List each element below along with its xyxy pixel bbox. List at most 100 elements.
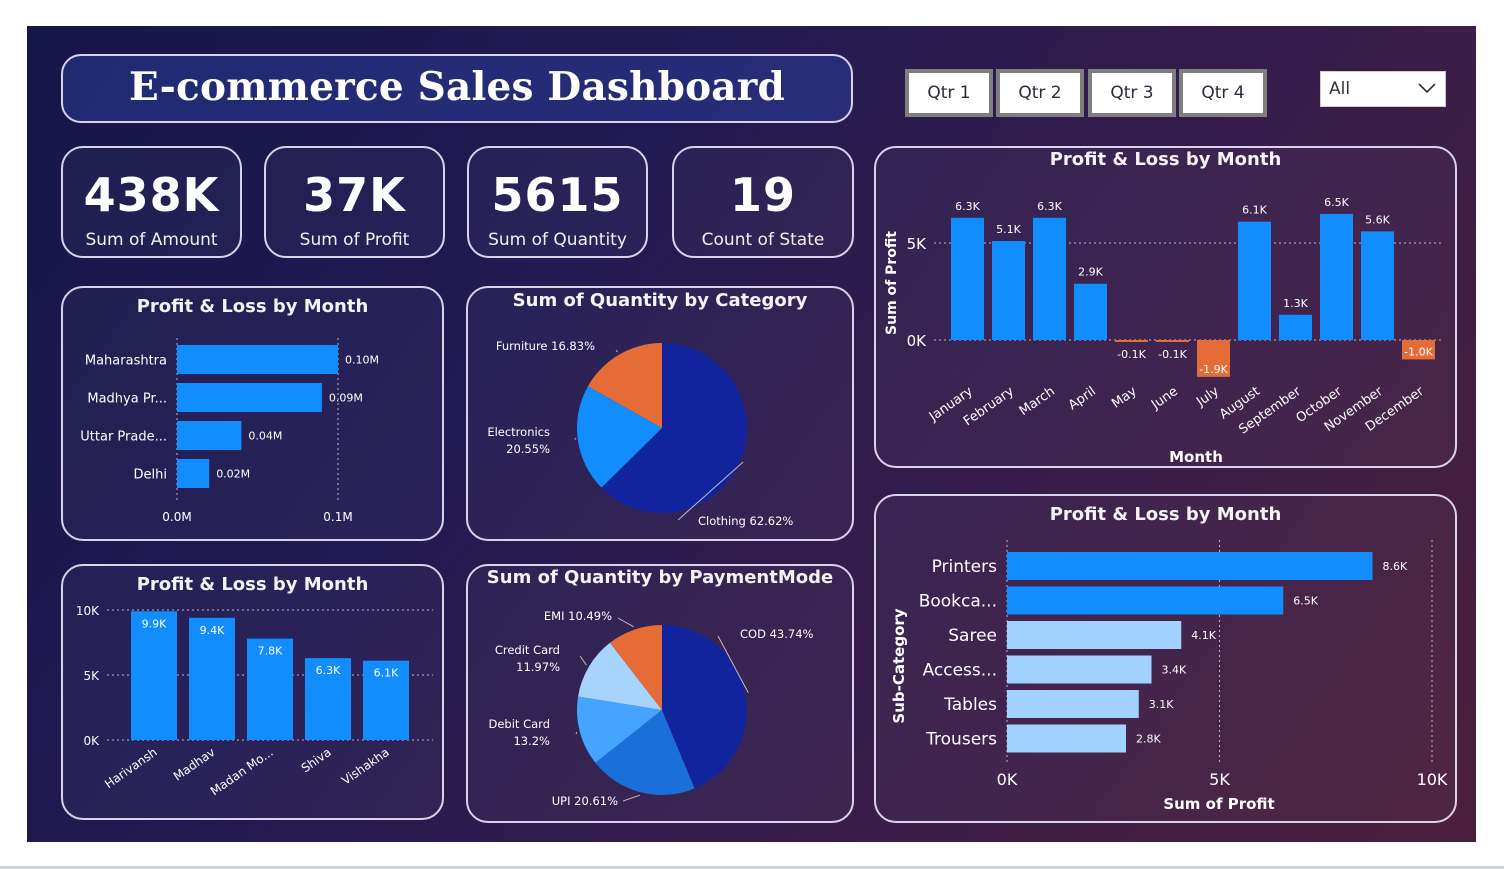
bar xyxy=(1115,340,1148,342)
leader-line xyxy=(574,437,577,440)
bar xyxy=(1320,213,1353,340)
kpi-label: Sum of Profit xyxy=(299,230,410,250)
y-axis-label: Sum of Profit xyxy=(884,231,900,335)
kpi-value: 5615 xyxy=(491,168,624,222)
data-label: 6.1K xyxy=(1242,204,1267,217)
slice-label: 13.2% xyxy=(513,734,550,748)
data-label: 9.4K xyxy=(200,624,225,637)
chart-panel-state: Profit & Loss by Month Maharashtra 0.10M M… xyxy=(61,286,444,541)
tick-label: 0K xyxy=(997,770,1018,789)
category-label: Trousers xyxy=(925,730,997,750)
data-label: 0.02M xyxy=(216,468,250,481)
data-label: -1.9K xyxy=(1199,363,1228,376)
data-label: 2.8K xyxy=(1136,733,1161,746)
bar xyxy=(1238,221,1271,340)
bar xyxy=(1074,283,1107,340)
dashboard-canvas: E-commerce Sales Dashboard Qtr 1 Qtr 2 Q… xyxy=(27,26,1476,842)
category-label: Printers xyxy=(932,557,998,577)
state-profit-chart: Maharashtra 0.10M Madhya Pr... 0.09M Uttar P… xyxy=(80,338,379,524)
category-label: Tables xyxy=(943,695,997,715)
bar xyxy=(1007,586,1284,615)
leader-line xyxy=(579,655,587,666)
data-label: -0.1K xyxy=(1117,348,1146,361)
data-label: 8.6K xyxy=(1383,560,1408,573)
category-label: July xyxy=(1193,384,1222,410)
category-label: Madhav xyxy=(171,745,218,784)
data-label: 0.04M xyxy=(248,430,282,443)
bar xyxy=(1007,552,1373,580)
bar xyxy=(1007,724,1126,753)
leader-line xyxy=(617,617,634,628)
data-label: 6.3K xyxy=(955,200,980,213)
qtr-1-button[interactable]: Qtr 1 xyxy=(905,69,993,117)
chart-panel-customer: Profit & Loss by Month 0K 5K 10K 9.9K Hariva… xyxy=(61,564,444,820)
kpi-card-quantity: 5615 Sum of Quantity xyxy=(467,146,648,258)
tick-label: 5K xyxy=(83,669,100,683)
slice-label: Electronics xyxy=(487,425,550,439)
category-label: June xyxy=(1148,384,1181,413)
data-label: -1.0K xyxy=(1404,345,1433,358)
category-label: Delhi xyxy=(134,468,167,483)
data-label: 6.5K xyxy=(1324,196,1349,209)
category-label: Harivansh xyxy=(102,745,160,791)
bar xyxy=(1361,231,1394,340)
slice-label: COD 43.74% xyxy=(740,627,814,641)
data-label: 0.09M xyxy=(329,392,363,405)
chart-panel-payment: Sum of Quantity by PaymentMode COD 43.74… xyxy=(466,564,854,823)
bar xyxy=(1033,217,1066,340)
data-label: 2.9K xyxy=(1078,266,1103,279)
category-label: Maharashtra xyxy=(85,354,167,369)
tick-label: 0K xyxy=(83,734,100,748)
bar xyxy=(1007,655,1152,684)
subcategory-profit-chart: 0K 5K 10K Printers 8.6K Bookca... 6.5K Saree 4.1… xyxy=(890,540,1448,813)
bar xyxy=(992,241,1025,340)
category-label: April xyxy=(1066,384,1099,413)
data-label: -0.1K xyxy=(1158,348,1187,361)
data-label: 1.3K xyxy=(1283,297,1308,310)
chevron-down-icon xyxy=(1418,83,1436,94)
title-banner: E-commerce Sales Dashboard xyxy=(61,54,853,123)
data-label: 3.1K xyxy=(1149,698,1174,711)
tick-label: 5K xyxy=(1209,770,1230,789)
category-label: May xyxy=(1109,384,1140,412)
qtr-3-button[interactable]: Qtr 3 xyxy=(1088,69,1176,117)
data-label: 6.3K xyxy=(1037,200,1062,213)
filter-dropdown[interactable]: All xyxy=(1320,71,1446,107)
kpi-value: 438K xyxy=(83,168,220,222)
kpi-card-state-count: 19 Count of State xyxy=(672,146,854,258)
qtr-4-button[interactable]: Qtr 4 xyxy=(1179,69,1267,117)
month-profit-chart: 0K5K6.3KJanuary5.1KFebruary6.3KMarch2.9K… xyxy=(884,196,1441,466)
data-label: 9.9K xyxy=(142,617,167,630)
payment-quantity-pie: COD 43.74% UPI 20.61% Debit Card 13.2% Credi… xyxy=(489,609,814,808)
category-quantity-pie: Clothing 62.62% Electronics 20.55% Furnitur… xyxy=(487,339,793,528)
x-axis-label: Sum of Profit xyxy=(1163,795,1274,813)
category-label: Madan Mo... xyxy=(208,745,276,798)
qtr-2-button[interactable]: Qtr 2 xyxy=(996,69,1084,117)
bar xyxy=(131,611,177,740)
slice-label: EMI 10.49% xyxy=(544,609,612,623)
tick-label: 0K xyxy=(907,332,928,350)
data-label: 3.4K xyxy=(1162,664,1187,677)
bar xyxy=(1007,690,1139,718)
category-label: Uttar Prade... xyxy=(80,430,167,445)
category-label: March xyxy=(1017,384,1058,419)
data-label: 5.1K xyxy=(996,223,1021,236)
category-label: Madhya Pr... xyxy=(87,392,167,407)
kpi-card-profit: 37K Sum of Profit xyxy=(264,146,445,258)
tick-label: 0.1M xyxy=(323,510,352,524)
category-label: Vishakha xyxy=(339,745,392,788)
filter-dropdown-value: All xyxy=(1329,79,1351,99)
leader-line xyxy=(622,794,641,802)
data-label: 7.8K xyxy=(258,645,283,658)
bar xyxy=(1007,621,1182,649)
chart-panel-subcategory: Profit & Loss by Month 0K 5K 10K Printers 8.… xyxy=(874,494,1457,823)
data-label: 4.1K xyxy=(1191,629,1216,642)
category-label: Bookca... xyxy=(919,592,997,612)
y-axis-label: Sub-Category xyxy=(890,608,908,723)
slice-label: 11.97% xyxy=(516,660,560,674)
data-label: 6.5K xyxy=(1293,595,1318,608)
kpi-label: Sum of Quantity xyxy=(488,230,627,250)
bar xyxy=(177,345,338,374)
kpi-card-amount: 438K Sum of Amount xyxy=(61,146,242,258)
slice-label: UPI 20.61% xyxy=(552,794,618,808)
